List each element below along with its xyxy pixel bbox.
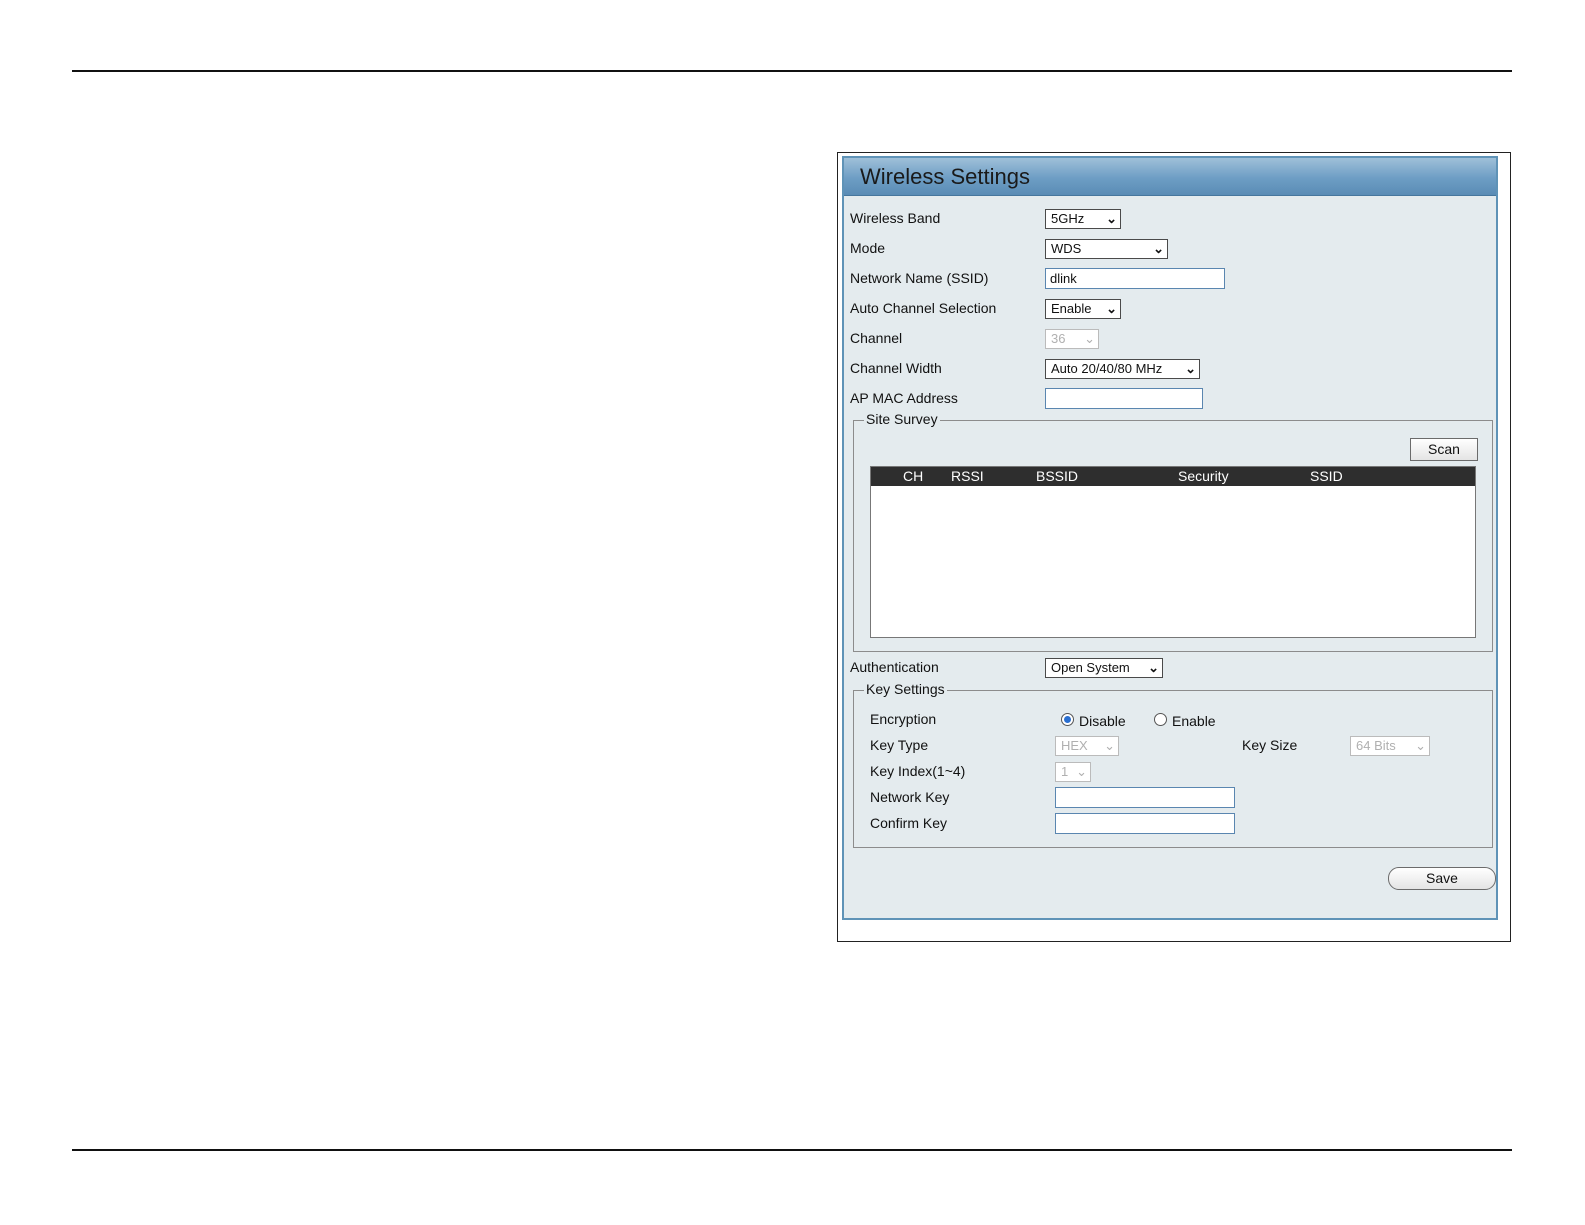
mode-label: Mode — [850, 240, 886, 256]
panel-title: Wireless Settings — [860, 164, 1030, 189]
network-key-input[interactable] — [1055, 787, 1235, 808]
authentication-label: Authentication — [850, 659, 939, 675]
top-divider — [72, 70, 1512, 72]
wireless-band-label: Wireless Band — [850, 210, 941, 226]
mode-select[interactable]: WDS ⌄ — [1045, 239, 1168, 259]
key-type-label: Key Type — [870, 737, 929, 753]
save-button[interactable]: Save — [1388, 867, 1496, 890]
site-survey-group: Site Survey Scan CH RSSI BSSID Security … — [853, 411, 1493, 652]
key-size-value: 64 Bits — [1356, 738, 1396, 753]
scan-button[interactable]: Scan — [1410, 438, 1478, 461]
chevron-down-icon: ⌄ — [1185, 361, 1196, 376]
network-key-label: Network Key — [870, 789, 950, 805]
chevron-down-icon: ⌄ — [1153, 241, 1164, 256]
ssid-input[interactable]: dlink — [1045, 268, 1225, 289]
key-index-label: Key Index(1~4) — [870, 763, 966, 779]
settings-frame: Wireless Settings Wireless Band 5GHz ⌄ M… — [837, 152, 1511, 942]
key-settings-group: Key Settings Encryption Disable Enable K… — [853, 681, 1493, 848]
channel-width-label: Channel Width — [850, 360, 942, 376]
key-index-value: 1 — [1061, 764, 1069, 779]
key-size-label: Key Size — [1242, 737, 1298, 753]
authentication-value: Open System — [1051, 660, 1130, 675]
ssid-label: Network Name (SSID) — [850, 270, 989, 286]
confirm-key-label: Confirm Key — [870, 815, 948, 831]
column-header-rssi: RSSI — [951, 468, 984, 484]
key-type-select: HEX ⌄ — [1055, 736, 1119, 756]
encryption-disable-label: Disable — [1079, 713, 1126, 729]
chevron-down-icon: ⌄ — [1084, 331, 1095, 346]
chevron-down-icon: ⌄ — [1076, 764, 1087, 779]
key-settings-legend: Key Settings — [864, 681, 947, 697]
column-header-ch: CH — [903, 468, 924, 484]
authentication-select[interactable]: Open System ⌄ — [1045, 658, 1163, 678]
channel-value: 36 — [1051, 331, 1066, 346]
chevron-down-icon: ⌄ — [1148, 660, 1159, 675]
channel-select: 36 ⌄ — [1045, 329, 1099, 349]
wireless-settings-panel: Wireless Settings Wireless Band 5GHz ⌄ M… — [842, 156, 1498, 920]
chevron-down-icon: ⌄ — [1415, 738, 1426, 753]
column-header-ssid: SSID — [1310, 468, 1343, 484]
site-survey-table: CH RSSI BSSID Security SSID — [870, 466, 1476, 638]
channel-label: Channel — [850, 330, 903, 346]
bottom-divider — [72, 1149, 1512, 1151]
chevron-down-icon: ⌄ — [1106, 301, 1117, 316]
key-size-select: 64 Bits ⌄ — [1350, 736, 1430, 756]
auto-channel-label: Auto Channel Selection — [850, 300, 997, 316]
chevron-down-icon: ⌄ — [1106, 211, 1117, 226]
radio-unselected-icon[interactable] — [1154, 713, 1167, 726]
site-survey-table-header: CH RSSI BSSID Security SSID — [871, 467, 1475, 486]
auto-channel-value: Enable — [1051, 301, 1092, 316]
ap-mac-label: AP MAC Address — [850, 390, 958, 406]
auto-channel-select[interactable]: Enable ⌄ — [1045, 299, 1121, 319]
encryption-enable-label: Enable — [1172, 713, 1216, 729]
column-header-bssid: BSSID — [1036, 468, 1079, 484]
key-index-select: 1 ⌄ — [1055, 762, 1091, 782]
channel-width-value: Auto 20/40/80 MHz — [1051, 361, 1163, 376]
site-survey-legend: Site Survey — [864, 411, 940, 427]
channel-width-select[interactable]: Auto 20/40/80 MHz ⌄ — [1045, 359, 1200, 379]
ap-mac-input[interactable] — [1045, 388, 1203, 409]
confirm-key-input[interactable] — [1055, 813, 1235, 834]
key-type-value: HEX — [1061, 738, 1088, 753]
wireless-band-value: 5GHz — [1051, 211, 1085, 226]
radio-selected-icon[interactable] — [1061, 713, 1074, 726]
wireless-band-select[interactable]: 5GHz ⌄ — [1045, 209, 1121, 229]
encryption-label: Encryption — [870, 711, 937, 727]
column-header-security: Security — [1178, 468, 1229, 484]
mode-value: WDS — [1051, 241, 1082, 256]
chevron-down-icon: ⌄ — [1104, 738, 1115, 753]
panel-title-bar: Wireless Settings — [844, 158, 1496, 196]
